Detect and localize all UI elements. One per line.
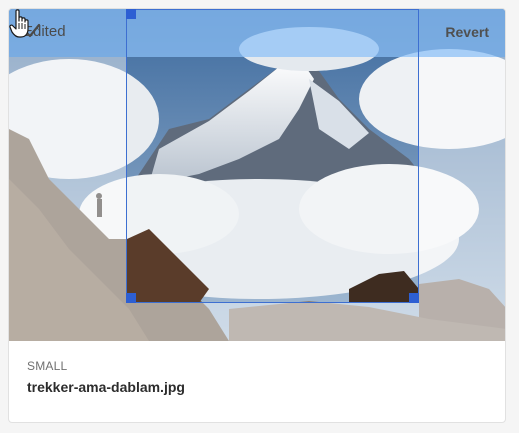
crop-frame[interactable] [126,9,419,303]
asset-caption: SMALL trekker-ama-dablam.jpg [27,359,185,395]
rendition-size-label: SMALL [27,359,68,373]
crop-handle-top-left[interactable] [126,9,136,19]
asset-card[interactable]: Edited Revert SMALL trekker-ama-dablam.j… [8,8,506,423]
revert-button[interactable]: Revert [445,24,489,40]
hand-pointer-icon [9,9,29,38]
asset-image[interactable]: Edited Revert [9,9,505,341]
crop-handle-bottom-right[interactable] [409,293,419,303]
crop-handle-bottom-left[interactable] [126,293,136,303]
asset-filename[interactable]: trekker-ama-dablam.jpg [27,379,185,395]
